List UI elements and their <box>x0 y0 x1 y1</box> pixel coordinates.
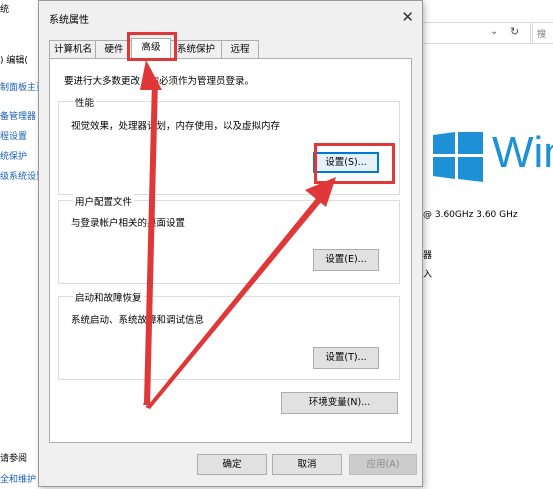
bg-item-0: 统 <box>0 5 10 15</box>
windows-logo-text: Win <box>492 128 553 177</box>
bg-link-remote[interactable]: 程设置 <box>0 129 27 142</box>
bg-item-1: ) 编辑( <box>0 56 28 66</box>
performance-settings-button[interactable]: 设置(S)... <box>313 152 379 173</box>
refresh-icon[interactable]: ↻ <box>510 25 519 38</box>
bg-link-device-manager[interactable]: 备管理器 <box>0 109 36 122</box>
tab-remote[interactable]: 远程 <box>221 40 259 59</box>
user-profiles-label: 用户配置文件 <box>73 194 135 208</box>
background-right-panel <box>420 0 553 489</box>
tab-computer-name[interactable]: 计算机名 <box>49 40 97 59</box>
user-profiles-settings-button[interactable]: 设置(E)... <box>313 249 379 271</box>
cancel-button[interactable]: 取消 <box>272 454 342 475</box>
user-profiles-desc: 与登录帐户相关的桌面设置 <box>71 218 186 229</box>
chevron-down-icon[interactable]: ⌄ <box>490 26 498 37</box>
performance-label: 性能 <box>73 95 97 109</box>
tab-hardware[interactable]: 硬件 <box>95 40 133 59</box>
search-input[interactable]: 搜 <box>532 22 553 44</box>
environment-variables-button[interactable]: 环境变量(N)... <box>281 392 398 414</box>
apply-button[interactable]: 应用(A) <box>349 454 417 475</box>
system-properties-dialog: 系统属性 ✕ 计算机名 硬件 高级 系统保护 远程 要进行大多数更改，你必须作为… <box>38 0 423 487</box>
startup-recovery-group: 启动和故障恢复 系统启动、系统故障和调试信息 设置(T)... <box>58 290 400 380</box>
dialog-title: 系统属性 <box>49 15 89 26</box>
tab-advanced[interactable]: 高级 <box>131 38 171 60</box>
background-left-panel: 统 ) 编辑( 制面板主页 备管理器 程设置 统保护 级系统设置 请参阅 全和维… <box>0 0 45 489</box>
bg-see-also: 请参阅 <box>0 454 28 464</box>
performance-desc: 视觉效果，处理器计划，内存使用，以及虚拟内存 <box>71 121 281 132</box>
bg-processor-text: 器 <box>423 251 433 261</box>
windows-logo-icon <box>433 132 483 182</box>
user-profiles-group: 用户配置文件 与登录帐户相关的桌面设置 设置(E)... <box>58 194 400 284</box>
startup-recovery-desc: 系统启动、系统故障和调试信息 <box>71 315 205 326</box>
address-bar[interactable]: ⌄ ↻ <box>420 22 531 44</box>
cpu-speed: @ 3.60GHz 3.60 GHz <box>423 210 518 220</box>
bg-link-security[interactable]: 全和维护 <box>0 472 36 485</box>
performance-group: 性能 视觉效果，处理器计划，内存使用，以及虚拟内存 设置(S)... <box>58 95 400 195</box>
bg-link-protection[interactable]: 统保护 <box>0 149 27 162</box>
startup-recovery-settings-button[interactable]: 设置(T)... <box>313 347 379 369</box>
search-placeholder: 搜 <box>537 30 547 40</box>
bg-input-text: 入 <box>423 270 433 280</box>
advanced-panel: 要进行大多数更改，你必须作为管理员登录。 性能 视觉效果，处理器计划，内存使用，… <box>49 58 412 443</box>
tab-system-protection[interactable]: 系统保护 <box>169 40 223 59</box>
startup-recovery-label: 启动和故障恢复 <box>73 290 144 304</box>
close-icon[interactable]: ✕ <box>401 8 414 26</box>
admin-note: 要进行大多数更改，你必须作为管理员登录。 <box>64 76 255 87</box>
ok-button[interactable]: 确定 <box>197 454 267 475</box>
